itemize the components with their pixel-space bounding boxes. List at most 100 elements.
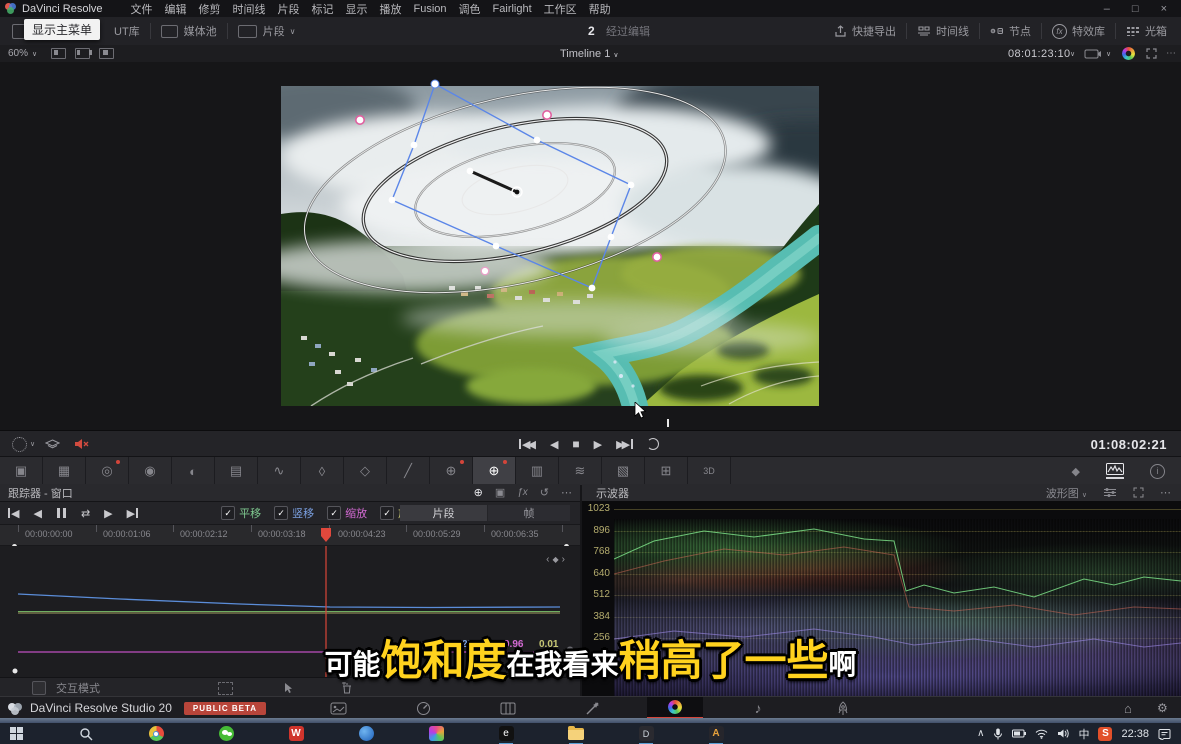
media-pool-button[interactable]: 媒体池 <box>184 23 217 39</box>
viewer-mode-enhanced-icon[interactable] <box>99 48 114 59</box>
viewer-mode-split-icon[interactable] <box>75 48 90 59</box>
wipe-modes-icon[interactable] <box>45 439 60 450</box>
page-media[interactable] <box>310 697 366 719</box>
scope-mode-dropdown[interactable]: 波形图 ∨ <box>1046 485 1087 501</box>
search-icon[interactable] <box>78 726 94 742</box>
stabilization-icon[interactable]: ⊞ <box>645 457 688 485</box>
file-explorer-icon[interactable] <box>568 726 584 742</box>
go-to-start-button[interactable]: ◀◀ <box>519 438 536 451</box>
tray-expand-icon[interactable]: ∧ <box>977 728 984 739</box>
power-window-overlay[interactable] <box>279 78 821 414</box>
tracker-icon[interactable]: ⊕ <box>430 457 473 485</box>
pinwheel-app-icon[interactable] <box>428 726 444 742</box>
menu-view[interactable]: 显示 <box>340 1 374 17</box>
timeline-panel-button[interactable]: 时间线 <box>936 23 969 39</box>
close-button[interactable]: × <box>1161 3 1167 15</box>
keyframes-panel-icon[interactable]: ◆ <box>1072 465 1080 478</box>
rgb-mixer-icon[interactable]: ▤ <box>215 457 258 485</box>
ime-indicator[interactable]: 中 <box>1078 726 1089 742</box>
page-cut[interactable] <box>395 697 451 719</box>
key-icon[interactable]: ▧ <box>602 457 645 485</box>
battery-icon[interactable] <box>1012 729 1026 738</box>
clock[interactable]: 22:38 <box>1121 728 1149 740</box>
menu-color[interactable]: 调色 <box>453 1 487 17</box>
menu-edit[interactable]: 编辑 <box>159 1 193 17</box>
checkbox-zoom[interactable]: ✓缩放 <box>327 505 367 521</box>
menu-playback[interactable]: 播放 <box>374 1 408 17</box>
tracker-cube-icon[interactable]: ▣ <box>495 486 505 499</box>
loop-button[interactable] <box>647 438 659 450</box>
menu-file[interactable]: 文件 <box>125 1 159 17</box>
nodes-panel-button[interactable]: 节点 <box>1009 23 1031 39</box>
scope-settings-icon[interactable] <box>1103 487 1117 498</box>
start-button[interactable] <box>8 726 24 742</box>
tracker-reset-icon[interactable]: ↺ <box>540 486 549 499</box>
scope-options-icon[interactable]: ⋯ <box>1160 486 1171 499</box>
tracker-playhead[interactable] <box>320 527 332 543</box>
swap-tracking-button[interactable]: ⇄ <box>81 507 90 520</box>
timeline-name-dropdown[interactable]: Timeline 1 ∨ <box>560 48 619 60</box>
art-app-icon[interactable]: A <box>708 726 724 742</box>
checkbox-tilt[interactable]: ✓竖移 <box>274 505 314 521</box>
quick-export-button[interactable]: 快捷导出 <box>852 23 896 39</box>
next-keyframe-icon[interactable]: › <box>562 554 568 565</box>
minimize-button[interactable]: – <box>1104 3 1110 15</box>
tab-frame[interactable]: 帧 <box>488 505 570 521</box>
settings-gear-icon[interactable]: ⚙ <box>1157 701 1168 715</box>
lut-library-button[interactable]: UT库 <box>114 23 140 39</box>
stop-button[interactable]: ■ <box>572 437 579 451</box>
chrome-icon[interactable] <box>148 726 164 742</box>
lightbox-button[interactable]: 光箱 <box>1145 23 1167 39</box>
tracker-window-active-icon[interactable]: ⊕ <box>473 457 516 485</box>
tab-clip[interactable]: 片段 <box>400 505 487 521</box>
power-window-icon[interactable]: ◇ <box>344 457 387 485</box>
page-fusion[interactable] <box>564 697 620 719</box>
tracker-timeline-ruler[interactable]: 00:00:00:00 00:00:01:06 00:00:02:12 00:0… <box>0 524 580 546</box>
track-one-frame-reverse-button[interactable]: ◀ <box>33 507 41 520</box>
microphone-icon[interactable] <box>993 728 1003 740</box>
home-icon[interactable]: ⌂ <box>1124 701 1132 716</box>
page-edit[interactable] <box>480 697 536 719</box>
sizing-icon[interactable]: ▦ <box>43 457 86 485</box>
pointer-tool-icon[interactable] <box>283 682 295 694</box>
pause-tracking-button[interactable] <box>56 508 67 518</box>
editor-app-icon[interactable]: e <box>498 726 514 742</box>
clips-button[interactable]: 片段 <box>263 23 285 39</box>
menu-clip[interactable]: 片段 <box>272 1 306 17</box>
page-fairlight[interactable]: ♪ <box>730 697 786 719</box>
viewer-timecode[interactable]: 08:01:23:10 <box>1008 48 1071 60</box>
delete-point-icon[interactable] <box>341 682 353 694</box>
tracker-crosshair-icon[interactable]: ⊕ <box>474 486 483 499</box>
viewer-mode-single-icon[interactable] <box>51 48 66 59</box>
track-to-start-button[interactable]: ◀ <box>8 507 19 520</box>
notification-center-icon[interactable] <box>1158 728 1171 740</box>
magic-mask-icon[interactable]: ▥ <box>516 457 559 485</box>
menu-timeline[interactable]: 时间线 <box>227 1 272 17</box>
browser-icon[interactable] <box>358 726 374 742</box>
viewer-overlay-mode-icon[interactable] <box>12 437 27 452</box>
expand-viewer-icon[interactable] <box>1146 48 1157 59</box>
tracker-fx-icon[interactable]: ƒx <box>517 487 528 498</box>
page-color-active[interactable] <box>647 697 703 719</box>
track-to-end-button[interactable]: ▶ <box>127 507 138 520</box>
play-forward-button[interactable]: ▶ <box>594 438 602 451</box>
menu-help[interactable]: 帮助 <box>583 1 617 17</box>
menu-trim[interactable]: 修剪 <box>193 1 227 17</box>
interactive-mode-checkbox[interactable] <box>32 681 46 695</box>
hdr-wheels-icon[interactable]: ◉ <box>129 457 172 485</box>
page-deliver[interactable] <box>815 697 871 719</box>
capture-app-icon[interactable]: D <box>638 726 654 742</box>
tracker-options-icon[interactable]: ⋯ <box>561 486 572 499</box>
speaker-icon[interactable] <box>1057 728 1069 739</box>
color-viewer-icon[interactable] <box>1122 47 1135 60</box>
menu-fusion[interactable]: Fusion <box>408 3 453 15</box>
qualifier-icon[interactable]: ◊ <box>301 457 344 485</box>
color-match-icon[interactable]: ◐ <box>172 457 215 485</box>
three-d-icon[interactable]: 3D <box>688 457 731 485</box>
menu-fairlight[interactable]: Fairlight <box>487 3 538 15</box>
wechat-icon[interactable] <box>218 726 234 742</box>
eyedropper-icon[interactable]: ╱ <box>387 457 430 485</box>
scopes-panel-icon-active[interactable] <box>1106 463 1124 479</box>
go-to-end-button[interactable]: ▶▶ <box>616 438 633 451</box>
keyframe-icon[interactable]: ◆ <box>553 555 562 564</box>
